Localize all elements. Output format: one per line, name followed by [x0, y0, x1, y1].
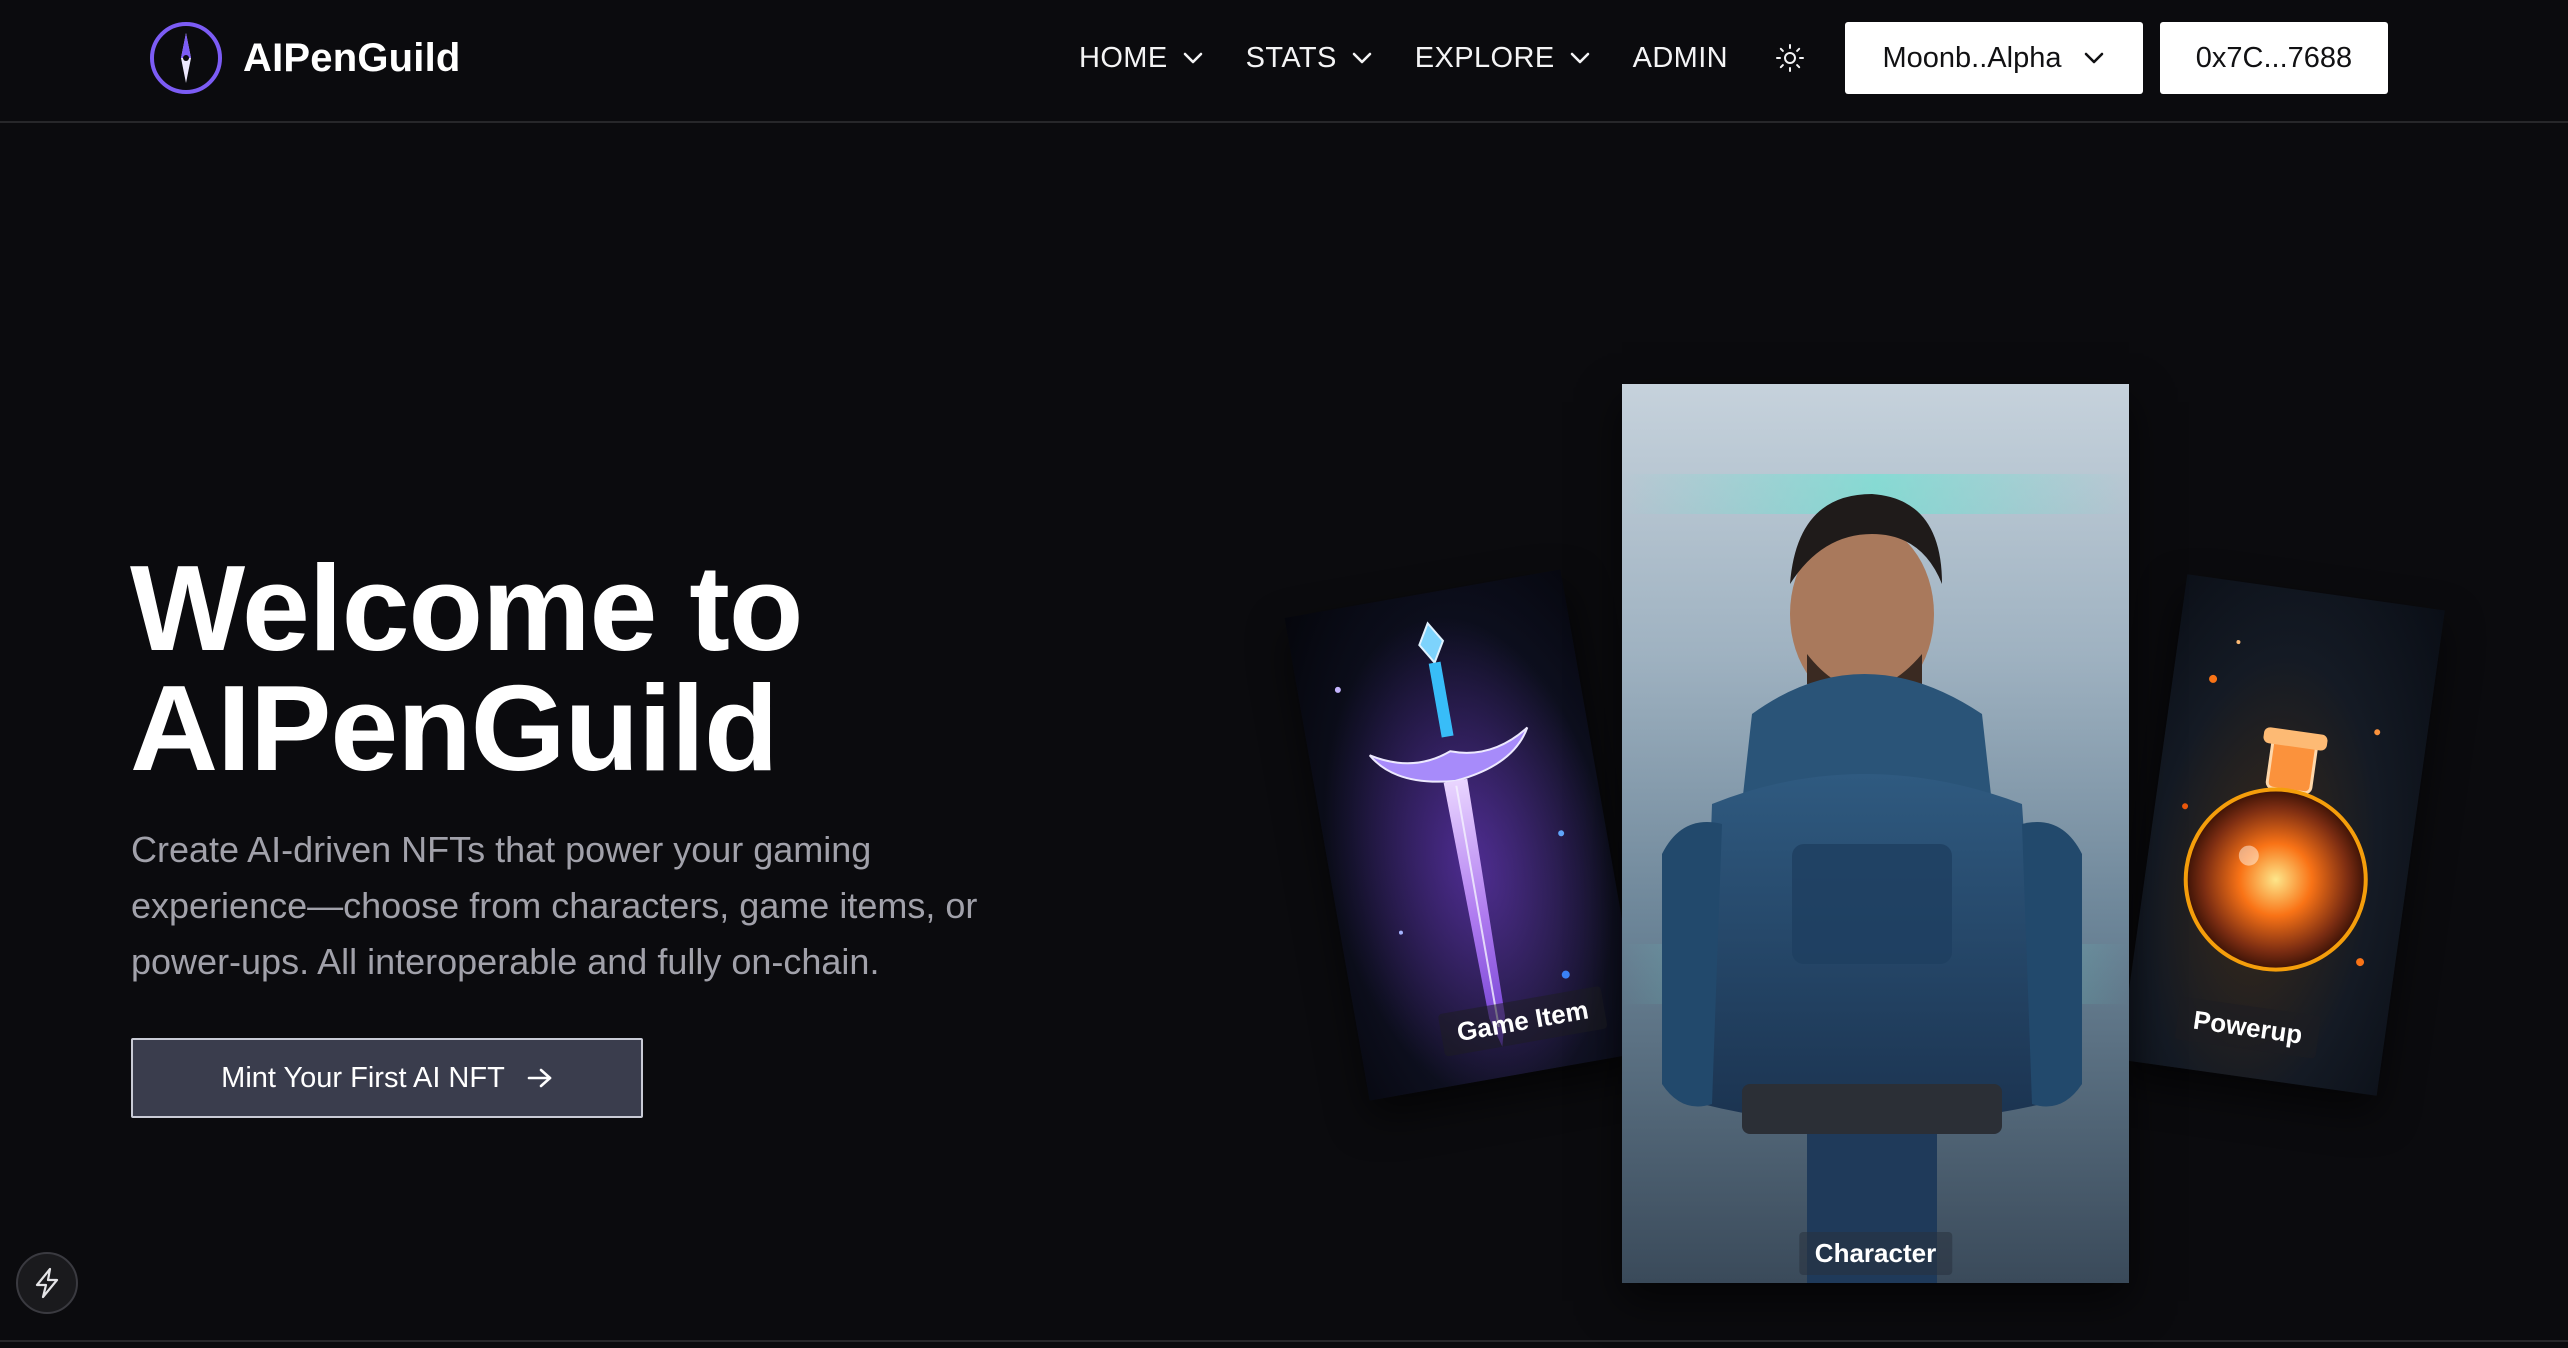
nft-card-powerup[interactable]: Powerup	[2119, 574, 2445, 1096]
network-select-button[interactable]: Moonb..Alpha	[1845, 22, 2143, 94]
hero-title-line1: Welcome to	[130, 540, 803, 676]
chevron-down-icon	[2085, 52, 2104, 64]
wallet-address: 0x7C...7688	[2195, 41, 2353, 74]
nft-card-character[interactable]: Character	[1622, 384, 2129, 1283]
network-label: Moonb..Alpha	[1882, 41, 2062, 74]
nft-card-game-item[interactable]: Game Item	[1284, 569, 1646, 1101]
chevron-down-icon	[1570, 52, 1589, 64]
compass-icon	[150, 22, 222, 94]
floating-bolt-button[interactable]	[16, 1252, 78, 1314]
brand-name: AIPenGuild	[243, 35, 461, 80]
nav-item-label: HOME	[1079, 41, 1168, 74]
main-nav: HOME STATS EXPLORE ADMIN	[1079, 30, 1728, 86]
nav-item-stats[interactable]: STATS	[1246, 42, 1373, 75]
wallet-button[interactable]: 0x7C...7688	[2160, 22, 2388, 94]
nav-item-admin[interactable]: ADMIN	[1633, 42, 1728, 75]
hero-title-line2: AIPenGuild	[130, 660, 778, 796]
nav-item-label: ADMIN	[1632, 41, 1729, 74]
bolt-icon	[35, 1267, 59, 1299]
sun-icon	[1776, 44, 1804, 72]
hero-title: Welcome to AIPenGuild	[130, 540, 1030, 796]
nav-item-explore[interactable]: EXPLORE	[1415, 42, 1591, 75]
nav-item-label: EXPLORE	[1414, 41, 1555, 74]
character-image	[1622, 474, 2129, 1283]
brand-link[interactable]: AIPenGuild	[147, 18, 461, 98]
chevron-down-icon	[1183, 52, 1202, 64]
theme-toggle-button[interactable]	[1768, 36, 1812, 80]
mint-nft-button[interactable]: Mint Your First AI NFT	[131, 1038, 643, 1118]
hero-description: Create AI-driven NFTs that power your ga…	[131, 829, 978, 982]
arrow-right-icon	[527, 1068, 552, 1088]
top-navbar: AIPenGuild HOME STATS EXPLORE ADMIN Moon…	[0, 0, 2568, 123]
page: AIPenGuild HOME STATS EXPLORE ADMIN Moon…	[0, 0, 2568, 1348]
divider	[0, 1340, 2568, 1342]
chevron-down-icon	[1352, 52, 1372, 64]
nav-item-home[interactable]: HOME	[1079, 42, 1204, 75]
mint-nft-label: Mint Your First AI NFT	[221, 1061, 505, 1094]
nav-item-label: STATS	[1245, 41, 1337, 74]
card-label: Character	[1798, 1232, 1953, 1275]
